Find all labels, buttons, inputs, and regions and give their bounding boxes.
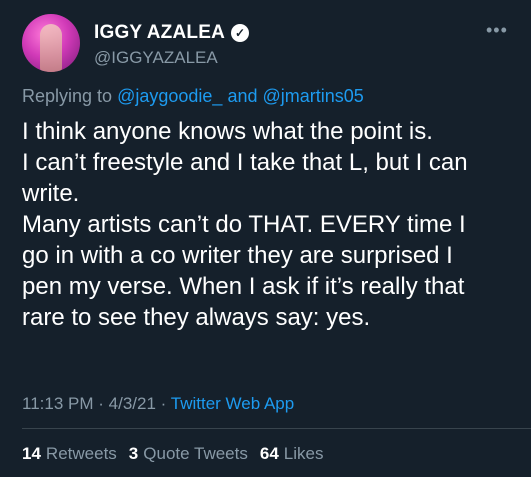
meta-separator: · [160, 394, 167, 413]
tweet-line: go in with a co writer they are surprise… [22, 242, 453, 269]
tweet-source[interactable]: Twitter Web App [171, 394, 294, 413]
replying-to: Replying to @jaygoodie_ and @jmartins05 [22, 86, 364, 107]
avatar-figure [40, 24, 62, 72]
author-display-name[interactable]: IGGY AZALEA [94, 22, 225, 44]
divider [22, 428, 531, 429]
reply-user-link[interactable]: @jmartins05 [263, 86, 364, 106]
quote-tweets-count: 3 [128, 444, 139, 463]
author-row: IGGY AZALEA ✓ [94, 22, 249, 44]
retweets-label: Retweets [45, 444, 117, 463]
reply-user-link[interactable]: @jaygoodie_ [117, 86, 222, 106]
meta-separator: · [98, 394, 104, 413]
tweet-text: I think anyone knows what the point is. … [22, 116, 522, 333]
tweet-card: IGGY AZALEA ✓ @IGGYAZALEA ••• Replying t… [0, 0, 531, 477]
tweet-line: I think anyone knows what the point is. [22, 118, 433, 145]
tweet-meta: 11:13 PM · 4/3/21 · Twitter Web App [22, 394, 294, 414]
reply-and-text: and [227, 86, 258, 106]
tweet-line: rare to see they always say: yes. [22, 304, 371, 331]
tweet-date[interactable]: 4/3/21 [109, 394, 156, 413]
tweet-time[interactable]: 11:13 PM [22, 394, 94, 413]
quote-tweets-stat[interactable]: 3 Quote Tweets [129, 444, 248, 464]
tweet-line: I can’t freestyle and I take that L, but… [22, 149, 468, 176]
more-options-icon[interactable]: ••• [486, 20, 508, 41]
replying-to-prefix: Replying to [22, 86, 113, 106]
tweet-line: write. [22, 180, 80, 207]
likes-count: 64 [259, 444, 279, 463]
retweets-count: 14 [22, 444, 41, 463]
quote-tweets-label: Quote Tweets [143, 444, 248, 463]
verified-badge-icon: ✓ [231, 24, 249, 42]
avatar[interactable] [22, 14, 80, 72]
tweet-stats: 14 Retweets 3 Quote Tweets 64 Likes [22, 444, 323, 464]
likes-label: Likes [283, 444, 324, 463]
author-handle[interactable]: @IGGYAZALEA [94, 48, 218, 68]
retweets-stat[interactable]: 14 Retweets [22, 444, 117, 464]
tweet-line: Many artists can’t do THAT. EVERY time I [22, 211, 466, 238]
likes-stat[interactable]: 64 Likes [260, 444, 324, 464]
tweet-line: pen my verse. When I ask if it’s really … [22, 273, 465, 300]
